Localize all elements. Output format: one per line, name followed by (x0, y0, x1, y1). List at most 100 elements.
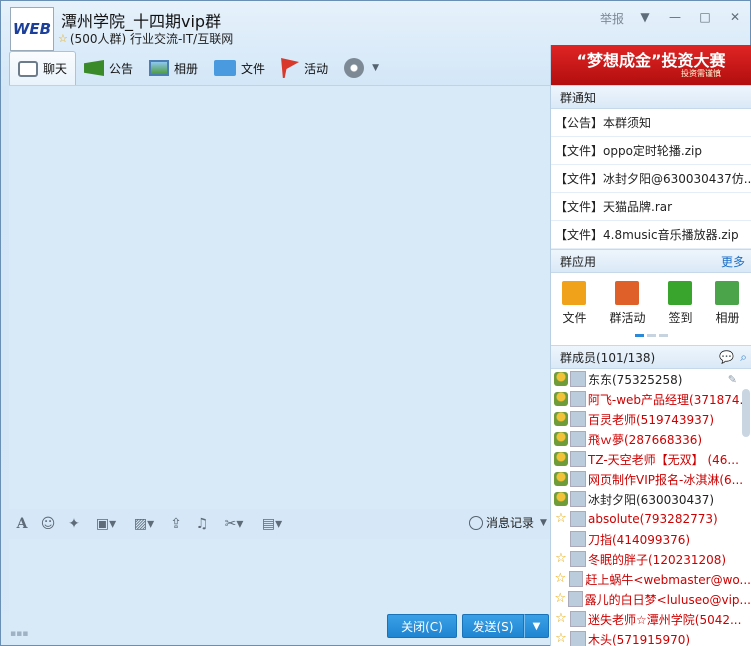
notice-item[interactable]: 【公告】本群须知 (551, 109, 751, 137)
upload-icon[interactable]: ⇪ (165, 513, 187, 535)
magic-icon[interactable]: ✦ (63, 513, 85, 535)
flag-icon (281, 58, 300, 78)
tab-album-label: 相册 (174, 61, 199, 76)
chat-bubble-icon[interactable]: 💬 (719, 350, 734, 365)
member-row[interactable]: 阿飞-web产品经理(371874... (551, 389, 751, 409)
image-icon[interactable]: ▨▾ (127, 513, 161, 535)
member-avatar (570, 371, 586, 387)
notice-section-title: 群通知 (560, 90, 597, 105)
admin-icon (554, 472, 568, 486)
tab-notice[interactable]: 公告 (76, 51, 141, 85)
vip-star-icon: ☆ (555, 611, 567, 626)
app-checkin[interactable]: 签到 (668, 281, 693, 345)
emoji-icon[interactable]: ☺ (37, 513, 59, 535)
banner-subtext: 投资需谨慎 (681, 69, 721, 78)
admin-icon (554, 492, 568, 506)
minimize-icon[interactable]: — (667, 10, 683, 24)
member-list[interactable]: ✎ 东东(75325258) 阿飞-web产品经理(371874... 百灵老师(5… (551, 369, 751, 646)
member-avatar (570, 551, 586, 567)
report-button[interactable]: 举报 (600, 10, 624, 27)
apps-grid: 文件 群活动 签到 相册 (551, 273, 751, 345)
settings-menu[interactable]: ▼ (336, 51, 387, 85)
folder-icon (214, 60, 237, 76)
resize-grip-icon[interactable]: ▪▪▪ (10, 629, 28, 639)
tab-chat[interactable]: 聊天 (9, 51, 77, 85)
member-row[interactable]: ☆ 冬眠的胖子(120231208) (551, 549, 751, 569)
caret-down-icon: ▼ (372, 63, 379, 73)
group-avatar[interactable]: WEB (10, 7, 54, 51)
member-tools: 💬 ⌕ (719, 350, 747, 365)
close-icon[interactable]: ✕ (727, 10, 743, 24)
apps-section-header: 群应用 更多 (551, 249, 751, 273)
member-name: 赶上蜗牛<webmaster@wo... (585, 572, 751, 587)
message-area[interactable] (9, 85, 550, 509)
member-row[interactable]: 东东(75325258) (551, 369, 751, 389)
app-album-label: 相册 (715, 311, 740, 325)
member-name: 刀指(414099376) (588, 532, 691, 547)
member-avatar (570, 411, 586, 427)
member-name: 东东(75325258) (588, 372, 683, 387)
member-role-icon (554, 532, 568, 546)
tab-activity-label: 活动 (304, 61, 329, 76)
member-row[interactable]: ☆ 迷失老师☆潭州学院(5042... (551, 609, 751, 629)
page-dot[interactable] (647, 334, 656, 337)
more-tools-icon[interactable]: ▤▾ (255, 513, 289, 535)
tab-activity[interactable]: 活动 (273, 51, 336, 85)
member-name: 网页制作VIP报名-冰淇淋(6... (588, 472, 744, 487)
member-row[interactable]: ☆ absolute(793282773) (551, 509, 751, 529)
member-row[interactable]: TZ-天空老师【无双】 (46... (551, 449, 751, 469)
toolbar: 聊天 公告 相册 文件 活动 ▼ (9, 51, 387, 85)
member-row[interactable]: ☆ 露儿的白日梦<luluseo@vip... (551, 589, 751, 609)
member-row[interactable]: 冰封夕阳(630030437) (551, 489, 751, 509)
app-album[interactable]: 相册 (715, 281, 740, 345)
member-avatar (568, 571, 584, 587)
member-row[interactable]: ☆ 木头(571915970) (551, 629, 751, 646)
vip-star-icon: ☆ (555, 511, 567, 526)
app-files-label: 文件 (562, 311, 587, 325)
send-options-button[interactable]: ▼ (524, 614, 549, 638)
admin-icon (554, 432, 568, 446)
close-button[interactable]: 关闭(C) (387, 614, 457, 638)
member-avatar (570, 431, 586, 447)
member-list-scrollbar[interactable] (742, 389, 750, 437)
search-icon[interactable]: ⌕ (740, 350, 747, 365)
edit-icon[interactable]: ✎ (728, 373, 737, 386)
notice-icon (84, 60, 105, 76)
member-avatar (570, 611, 586, 627)
tab-album[interactable]: 相册 (141, 51, 206, 85)
member-row[interactable]: ☆ 赶上蜗牛<webmaster@wo... (551, 569, 751, 589)
font-icon[interactable]: A (11, 513, 33, 535)
screenshot-icon[interactable]: ✂▾ (217, 513, 251, 535)
member-row[interactable]: 刀指(414099376) (551, 529, 751, 549)
member-avatar (569, 391, 586, 407)
member-name: 冬眠的胖子(120231208) (588, 552, 727, 567)
notice-item[interactable]: 【文件】oppo定时轮播.zip (551, 137, 751, 165)
member-avatar (570, 471, 586, 487)
gift-icon[interactable]: ▣▾ (89, 513, 123, 535)
member-avatar (570, 511, 586, 527)
group-subtitle-text: (500人群) 行业交流-IT/互联网 (69, 32, 234, 46)
admin-icon (554, 392, 568, 406)
member-row[interactable]: 百灵老师(519743937) (551, 409, 751, 429)
send-button[interactable]: 发送(S) (462, 614, 524, 638)
apps-more-link[interactable]: 更多 (721, 253, 745, 270)
chat-icon (18, 60, 38, 77)
members-section-header: 群成员(101/138) 💬 ⌕ (551, 345, 751, 369)
member-row[interactable]: 网页制作VIP报名-冰淇淋(6... (551, 469, 751, 489)
tab-files[interactable]: 文件 (206, 51, 273, 85)
album-icon (715, 281, 740, 305)
notice-item[interactable]: 【文件】冰封夕阳@630030437仿... (551, 165, 751, 193)
ad-banner[interactable]: “梦想成金”投资大赛 投资需谨慎 (551, 45, 751, 85)
vip-star-icon: ☆ (554, 591, 566, 606)
app-files[interactable]: 文件 (562, 281, 587, 345)
music-icon[interactable]: ♫ (191, 513, 213, 535)
maximize-icon[interactable]: □ (697, 10, 713, 24)
dropdown-icon[interactable]: ▼ (637, 10, 653, 24)
notice-item[interactable]: 【文件】天猫品牌.rar (551, 193, 751, 221)
page-dot[interactable] (635, 334, 644, 337)
clock-icon (469, 515, 483, 530)
member-row[interactable]: 飛ｗ夢(287668336) (551, 429, 751, 449)
page-dot[interactable] (659, 334, 668, 337)
notice-item[interactable]: 【文件】4.8music音乐播放器.zip (551, 221, 751, 249)
message-history-button[interactable]: 消息记录 ▼ (469, 514, 547, 531)
